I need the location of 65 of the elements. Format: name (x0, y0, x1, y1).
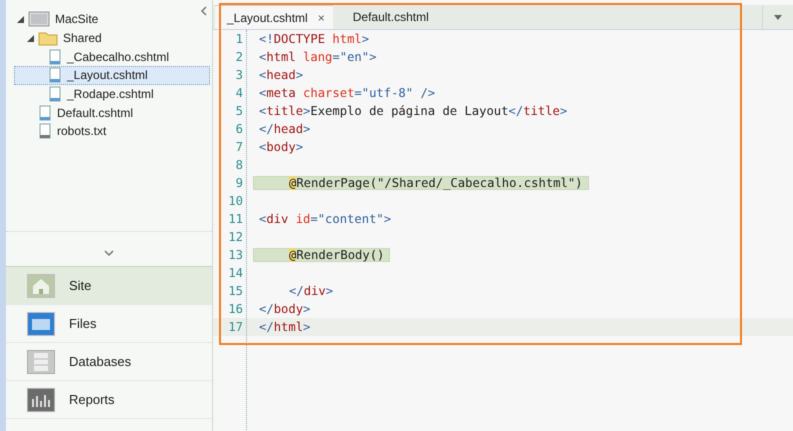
line-number: 13 (227, 248, 244, 262)
tree-item[interactable]: MacSite (14, 10, 210, 29)
code-line: <body> (258, 140, 304, 154)
line-number: 2 (234, 50, 244, 64)
tree-item[interactable]: Shared (14, 28, 210, 48)
line-number: 15 (227, 284, 244, 298)
line-number: 16 (227, 302, 244, 316)
close-button[interactable]: × (318, 10, 325, 24)
table-icon (27, 350, 55, 374)
line-number: 9 (234, 176, 244, 190)
line-number: 12 (227, 230, 244, 244)
folder-icon (27, 312, 55, 336)
tree-item[interactable]: Default.cshtml (14, 103, 210, 122)
tree-label: _Rodape.cshtml (67, 87, 154, 102)
code-line: <meta charset="utf-8" /> (258, 86, 436, 100)
line-number: 11 (227, 212, 244, 226)
code-line: </body> (258, 302, 310, 316)
line-number: 4 (234, 86, 244, 100)
file-icon (48, 86, 62, 102)
site-icon (28, 11, 50, 28)
line-number: 6 (234, 122, 244, 136)
expanded-icon[interactable] (26, 34, 34, 42)
code-line: <div id="content"> (258, 212, 392, 226)
code-line: </html> (258, 320, 310, 334)
chart-icon (27, 388, 55, 412)
code-line: <title>Exemplo de página de Layout</title> (258, 104, 568, 118)
folder-icon (38, 30, 58, 46)
tree-label: MacSite (55, 12, 98, 26)
code-line: <html lang="en"> (258, 50, 376, 64)
code-line: <head> (258, 68, 304, 82)
line-number: 14 (227, 266, 244, 280)
file-icon (48, 48, 62, 65)
file-icon (38, 104, 52, 121)
nav-item[interactable]: Databases (6, 343, 212, 381)
dropdown-icon[interactable] (774, 14, 782, 20)
expand-icon[interactable] (104, 250, 114, 256)
line-number: 10 (227, 194, 244, 208)
tree-item[interactable]: _Cabecalho.cshtml (14, 47, 210, 66)
tree-item[interactable]: _Rodape.cshtml (14, 84, 210, 104)
line-number: 17 (227, 320, 244, 334)
editor-tab[interactable]: _Layout.cshtml × (215, 5, 333, 29)
expanded-icon[interactable] (16, 16, 24, 23)
code-line: </head> (258, 122, 310, 136)
code-line: </div> (288, 284, 334, 298)
file-icon (48, 67, 62, 84)
tree-label: Shared (63, 31, 102, 46)
line-number: 3 (234, 68, 244, 82)
nav-item[interactable]: Files (6, 305, 212, 343)
nav-item[interactable]: Site (6, 267, 212, 305)
line-number: 1 (234, 32, 244, 46)
house-icon (27, 274, 55, 298)
file-icon (38, 123, 52, 140)
line-number: 5 (234, 104, 244, 118)
tree-label: _Cabecalho.cshtml (67, 50, 170, 64)
editor-tab[interactable]: Default.cshtml (332, 5, 437, 29)
tree-label: Default.cshtml (57, 106, 134, 120)
tree-label: robots.txt (57, 124, 106, 138)
tree-item[interactable]: robots.txt (14, 122, 210, 141)
collapse-icon[interactable] (200, 6, 208, 16)
tree-label: _Layout.cshtml (67, 68, 148, 82)
nav-item[interactable]: Reports (6, 381, 212, 419)
tree-item[interactable]: _Layout.cshtml (14, 66, 210, 85)
line-number: 8 (234, 158, 244, 172)
code-line: <!DOCTYPE html> (258, 32, 370, 46)
line-number: 7 (234, 140, 244, 154)
